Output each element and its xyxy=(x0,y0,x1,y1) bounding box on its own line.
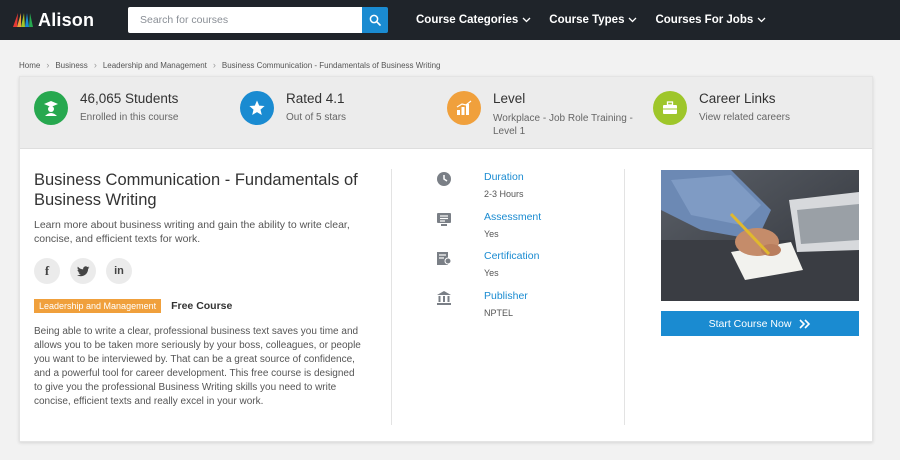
linkedin-icon: in xyxy=(114,265,124,277)
chevron-down-icon xyxy=(757,17,766,23)
chevron-down-icon xyxy=(522,17,531,23)
career-links-title[interactable]: Career Links xyxy=(699,91,790,107)
assessment-icon xyxy=(437,213,451,226)
course-short-description: Learn more about business writing and ga… xyxy=(34,219,350,245)
course-tags: Leadership and Management Free Course xyxy=(34,299,232,313)
breadcrumb-current[interactable]: Business Communication - Fundamentals of… xyxy=(222,61,441,70)
start-course-label: Start Course Now xyxy=(708,317,792,330)
stat-level: Level Workplace - Job Role Training - Le… xyxy=(447,91,643,138)
facebook-icon: f xyxy=(44,263,50,278)
social-share: f in xyxy=(34,258,142,284)
stat-rating: Rated 4.1 Out of 5 stars xyxy=(240,91,346,125)
logo-text: Alison xyxy=(38,9,95,30)
breadcrumb-separator: › xyxy=(212,60,216,70)
breadcrumb-leadership[interactable]: Leadership and Management xyxy=(103,61,207,70)
nav-course-categories[interactable]: Course Categories xyxy=(416,14,531,26)
chevron-down-icon xyxy=(629,17,637,23)
main-nav: Course Categories Course Types Courses F… xyxy=(416,0,784,40)
double-chevron-right-icon xyxy=(799,318,811,329)
stat-career-links[interactable]: Career Links View related careers xyxy=(653,91,790,125)
course-stats-bar: 46,065 Students Enrolled in this course … xyxy=(20,77,872,149)
search-icon xyxy=(369,14,381,26)
nav-courses-for-jobs-label: Courses For Jobs xyxy=(655,14,754,26)
detail-assessment: Assessment Yes xyxy=(436,211,541,239)
search-bar xyxy=(128,7,388,33)
students-count: 46,065 Students xyxy=(80,91,179,106)
nav-course-types[interactable]: Course Types xyxy=(549,14,637,26)
twitter-icon xyxy=(76,265,89,276)
detail-duration: Duration 2-3 Hours xyxy=(436,171,524,199)
stat-students: 46,065 Students Enrolled in this course xyxy=(34,91,178,125)
breadcrumb-home[interactable]: Home xyxy=(19,61,40,70)
level-title: Level xyxy=(493,91,526,106)
price-label: Free Course xyxy=(171,300,233,312)
level-subtitle: Workplace - Job Role Training - Level 1 xyxy=(493,113,633,137)
top-navbar: Alison Course Categories Course Types Co… xyxy=(0,0,900,40)
briefcase-icon xyxy=(653,91,687,125)
column-divider xyxy=(391,169,392,425)
career-links-subtitle[interactable]: View related careers xyxy=(699,111,790,124)
assessment-value: Yes xyxy=(484,229,499,239)
institution-icon xyxy=(437,291,451,305)
breadcrumb-separator: › xyxy=(46,60,50,70)
certification-value: Yes xyxy=(484,268,499,278)
alison-logo-mark xyxy=(13,13,33,27)
search-button[interactable] xyxy=(362,7,388,33)
facebook-share-button[interactable]: f xyxy=(34,258,60,284)
nav-courses-for-jobs[interactable]: Courses For Jobs xyxy=(655,14,766,26)
course-title: Business Communication - Fundamentals of… xyxy=(34,171,358,209)
breadcrumb-business[interactable]: Business xyxy=(55,61,87,70)
bar-chart-icon xyxy=(447,91,481,125)
nav-course-categories-label: Course Categories xyxy=(416,14,519,26)
detail-publisher: Publisher NPTEL xyxy=(436,290,528,318)
rating-subtitle: Out of 5 stars xyxy=(286,112,347,123)
writing-photo-illustration xyxy=(661,170,859,301)
student-icon xyxy=(34,91,68,125)
detail-certification: Certification Yes xyxy=(436,250,539,278)
column-divider xyxy=(624,169,625,425)
certificate-icon xyxy=(437,252,452,265)
rating-value: Rated 4.1 xyxy=(286,91,345,106)
publisher-label[interactable]: Publisher xyxy=(484,290,528,303)
linkedin-share-button[interactable]: in xyxy=(106,258,132,284)
start-course-button[interactable]: Start Course Now xyxy=(661,311,859,336)
publisher-value: NPTEL xyxy=(484,308,514,318)
search-input[interactable] xyxy=(128,7,362,33)
assessment-label[interactable]: Assessment xyxy=(484,211,541,224)
clock-icon xyxy=(437,172,451,186)
course-card: 46,065 Students Enrolled in this course … xyxy=(19,76,873,442)
students-subtitle: Enrolled in this course xyxy=(80,112,179,123)
certification-label[interactable]: Certification xyxy=(484,250,539,263)
course-long-description: Being able to write a clear, professiona… xyxy=(34,326,361,407)
nav-course-types-label: Course Types xyxy=(549,14,625,26)
breadcrumb-separator: › xyxy=(93,60,97,70)
duration-label[interactable]: Duration xyxy=(484,171,524,184)
twitter-share-button[interactable] xyxy=(70,258,96,284)
star-icon xyxy=(240,91,274,125)
category-tag[interactable]: Leadership and Management xyxy=(34,299,162,313)
duration-value: 2-3 Hours xyxy=(484,189,524,199)
breadcrumb: Home › Business › Leadership and Managem… xyxy=(19,59,441,71)
alison-logo[interactable]: Alison xyxy=(12,9,94,31)
course-image xyxy=(661,170,859,301)
